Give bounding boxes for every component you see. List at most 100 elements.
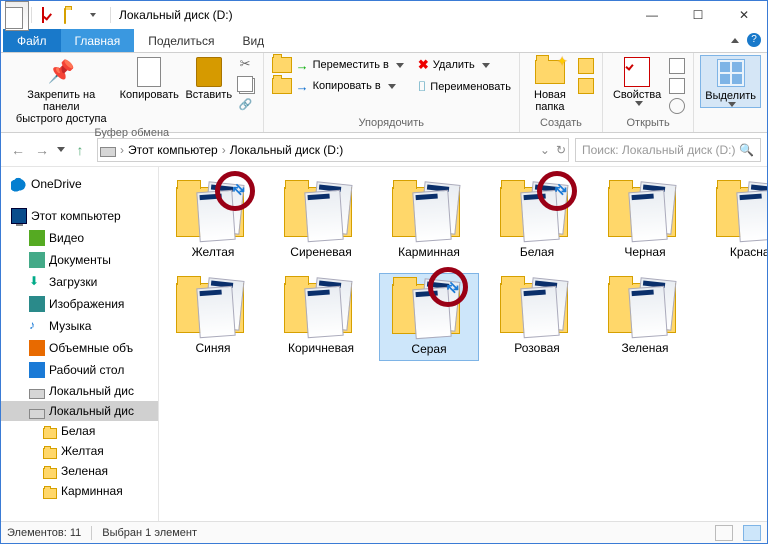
tree-disk-c[interactable]: Локальный дис (1, 381, 158, 401)
breadcrumb-leaf[interactable]: Локальный диск (D:) (230, 143, 344, 157)
tree-disk-d[interactable]: Локальный дис (1, 401, 158, 421)
folder-label: Сиреневая (290, 245, 351, 259)
tree-sub-0-label: Белая (61, 424, 95, 438)
breadcrumb-root[interactable]: Этот компьютер (128, 143, 218, 157)
history-dropdown-icon[interactable] (57, 147, 65, 152)
new-folder-button[interactable]: ✦ Новая папка (526, 55, 574, 113)
paste-label: Вставить (185, 89, 232, 101)
collapse-ribbon-icon[interactable] (731, 38, 739, 43)
tab-home[interactable]: Главная (61, 29, 135, 52)
tree-downloads[interactable]: ⬇Загрузки (1, 271, 158, 293)
paste-button[interactable]: Вставить (183, 55, 235, 101)
pin-quickaccess-button[interactable]: Закрепить на панели быстрого доступа (7, 55, 116, 125)
copy-to-button[interactable]: →Копировать в (270, 76, 406, 96)
address-bar[interactable]: › Этот компьютер › Локальный диск (D:) ⌄… (97, 138, 569, 162)
folder-item[interactable]: Карминная (379, 177, 479, 263)
new-folder-label: Новая папка (534, 89, 566, 113)
history-button[interactable] (667, 97, 687, 115)
tree-video[interactable]: Видео (1, 227, 158, 249)
file-view[interactable]: Желтая Сиреневая КарминнаяБелаяЧернаяКрасн… (159, 167, 767, 521)
folder-item[interactable]: Синяя (163, 273, 263, 361)
folder-label: Синяя (196, 341, 231, 355)
help-icon[interactable]: ? (747, 33, 761, 47)
open-button[interactable] (667, 57, 687, 75)
qat-dropdown-icon[interactable] (90, 13, 96, 17)
tree-desktop[interactable]: Рабочий стол (1, 359, 158, 381)
paste-shortcut-button[interactable] (237, 97, 257, 115)
folder-thumbnail (608, 277, 682, 337)
minimize-button[interactable]: ― (629, 1, 675, 29)
maximize-button[interactable]: ☐ (675, 1, 721, 29)
disk-c-icon (29, 389, 45, 399)
tree-music[interactable]: ♪Музыка (1, 315, 158, 337)
cube-icon (29, 340, 45, 356)
select-button[interactable]: Выделить (700, 55, 761, 108)
drive-icon (100, 147, 116, 157)
tree-docs[interactable]: Документы (1, 249, 158, 271)
folder-item[interactable]: Коричневая (271, 273, 371, 361)
folder-item[interactable]: Сиреневая (271, 177, 371, 263)
group-create-label: Создать (540, 115, 582, 132)
delete-button[interactable]: ✖Удалить (416, 55, 513, 75)
details-view-toggle[interactable] (715, 525, 733, 541)
rename-button[interactable]: ⌷ Переименовать (416, 76, 513, 97)
folder-icon (43, 468, 57, 479)
folder-item[interactable]: Белая (487, 177, 587, 263)
status-count: Элементов: 11 (7, 527, 81, 539)
status-bar: Элементов: 11 Выбран 1 элемент (1, 521, 767, 543)
edit-button[interactable] (667, 77, 687, 95)
forward-button[interactable]: → (31, 139, 53, 161)
group-organize-label: Упорядочить (359, 115, 424, 132)
tree-sub-1[interactable]: Желтая (1, 441, 158, 461)
rename-label: Переименовать (430, 81, 511, 93)
open-icon (669, 58, 685, 74)
folder-label: Желтая (192, 245, 235, 259)
cut-icon (239, 58, 255, 74)
back-button[interactable]: ← (7, 139, 29, 161)
new-folder-icon: ✦ (535, 57, 565, 87)
copy-button[interactable]: Копировать (118, 55, 181, 101)
tab-file[interactable]: Файл (3, 29, 61, 52)
new-item-button[interactable] (576, 57, 596, 75)
folder-thumbnail (608, 181, 682, 241)
tree-3d[interactable]: Объемные объ (1, 337, 158, 359)
tab-view[interactable]: Вид (228, 29, 278, 52)
tree-sub-0[interactable]: Белая (1, 421, 158, 441)
tree-this-pc[interactable]: Этот компьютер (1, 205, 158, 227)
tree-sub-3[interactable]: Карминная (1, 481, 158, 501)
new-folder-qat-icon[interactable] (64, 7, 80, 23)
copy-to-label: Копировать в (313, 80, 381, 92)
easy-access-button[interactable] (576, 77, 596, 95)
folder-item[interactable]: Черная (595, 177, 695, 263)
tree-sub-2[interactable]: Зеленая (1, 461, 158, 481)
folder-thumbnail (500, 277, 574, 337)
tab-share[interactable]: Поделиться (134, 29, 228, 52)
window-title: Локальный диск (D:) (119, 8, 233, 22)
group-clipboard: Закрепить на панели быстрого доступа Коп… (1, 53, 264, 132)
tree-onedrive[interactable]: OneDrive (1, 173, 158, 195)
folder-icon (43, 428, 57, 439)
navigation-pane[interactable]: OneDrive Этот компьютер Видео Документы … (1, 167, 159, 521)
move-to-button[interactable]: →Переместить в (270, 55, 406, 75)
up-button[interactable]: ↑ (69, 139, 91, 161)
group-select: Выделить (694, 53, 767, 132)
properties-button[interactable]: Свойства (609, 55, 665, 106)
desktop-icon (29, 362, 45, 378)
rename-icon: ⌷ (418, 78, 426, 95)
refresh-icon[interactable]: ↻ (556, 143, 566, 157)
folder-item[interactable]: Желтая (163, 177, 263, 263)
copypath-button[interactable] (237, 77, 257, 95)
folder-item[interactable]: Красная (703, 177, 767, 263)
folder-item[interactable]: Серая (379, 273, 479, 361)
address-dropdown-icon[interactable]: ⌄ (540, 143, 550, 157)
icons-view-toggle[interactable] (743, 525, 761, 541)
new-item-icon (578, 58, 594, 74)
folder-item[interactable]: Зеленая (595, 273, 695, 361)
tree-images[interactable]: Изображения (1, 293, 158, 315)
properties-qat-icon[interactable] (42, 7, 58, 23)
close-button[interactable]: ✕ (721, 1, 767, 29)
folder-item[interactable]: Розовая (487, 273, 587, 361)
cut-button[interactable] (237, 57, 257, 75)
search-box[interactable]: Поиск: Локальный диск (D:) 🔍 (575, 138, 761, 162)
copy-icon (134, 57, 164, 87)
